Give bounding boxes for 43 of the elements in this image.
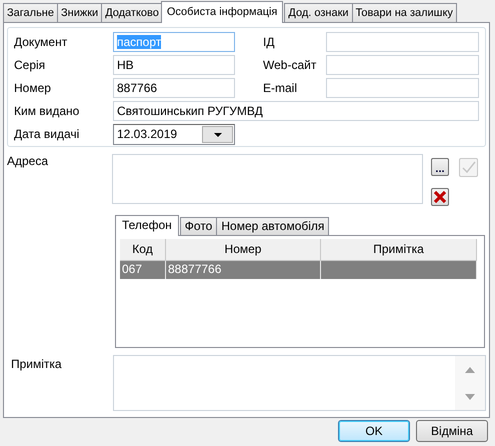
field-label: Примітка <box>10 357 63 373</box>
text-field[interactable] <box>326 78 479 98</box>
tab[interactable]: Знижки <box>57 3 102 22</box>
tab[interactable]: Фото <box>180 217 218 235</box>
scroll-up-icon <box>465 366 475 372</box>
field-label: Адреса <box>7 154 50 170</box>
field-label: ІД <box>263 34 276 50</box>
dropdown-button[interactable] <box>202 126 233 143</box>
field-label: Дата видачі <box>14 127 80 142</box>
table-cell: 067 <box>120 261 166 279</box>
field-label: E-mail <box>263 80 298 96</box>
scroll-down-icon <box>465 394 475 400</box>
tab[interactable]: Додатково <box>101 3 163 22</box>
text-field[interactable] <box>326 55 479 75</box>
dropdown-arrow-icon <box>214 132 222 136</box>
cancel-button[interactable]: Відміна <box>416 420 488 442</box>
field-label: Номер <box>14 80 52 96</box>
delete-icon <box>433 190 447 204</box>
scrollbar[interactable] <box>455 356 485 410</box>
browse-button[interactable]: ... <box>431 158 449 176</box>
text-field[interactable]: 887766 <box>113 78 235 98</box>
tab[interactable]: Товари на залишку <box>352 3 457 22</box>
tab[interactable]: Телефон <box>115 215 179 236</box>
address-field[interactable] <box>112 154 423 204</box>
tab[interactable]: Особиста інформація <box>160 1 284 23</box>
tab[interactable]: Загальне <box>3 3 58 22</box>
delete-button[interactable] <box>431 188 449 206</box>
tab[interactable]: Дод. ознаки <box>284 3 353 22</box>
field-label: Серія <box>14 58 46 72</box>
date-field[interactable]: 12.03.2019 <box>113 124 235 145</box>
tab[interactable]: Номер автомобіля <box>216 217 330 235</box>
text-field[interactable] <box>326 32 479 52</box>
ok-button[interactable]: OK <box>338 420 410 442</box>
text-field[interactable]: Святошинськип РУГУМВД <box>113 101 479 121</box>
field-label: Ким видано <box>14 104 80 118</box>
table-cell: 88877766 <box>166 261 321 279</box>
column-header[interactable]: Код <box>120 239 166 261</box>
note-field[interactable] <box>112 355 486 411</box>
field-label: Документ <box>14 34 68 50</box>
column-header[interactable]: Примітка <box>321 239 477 261</box>
field-label: Web-сайт <box>263 58 318 72</box>
text-field[interactable]: НВ <box>113 55 235 75</box>
column-header[interactable]: Номер <box>166 239 321 261</box>
